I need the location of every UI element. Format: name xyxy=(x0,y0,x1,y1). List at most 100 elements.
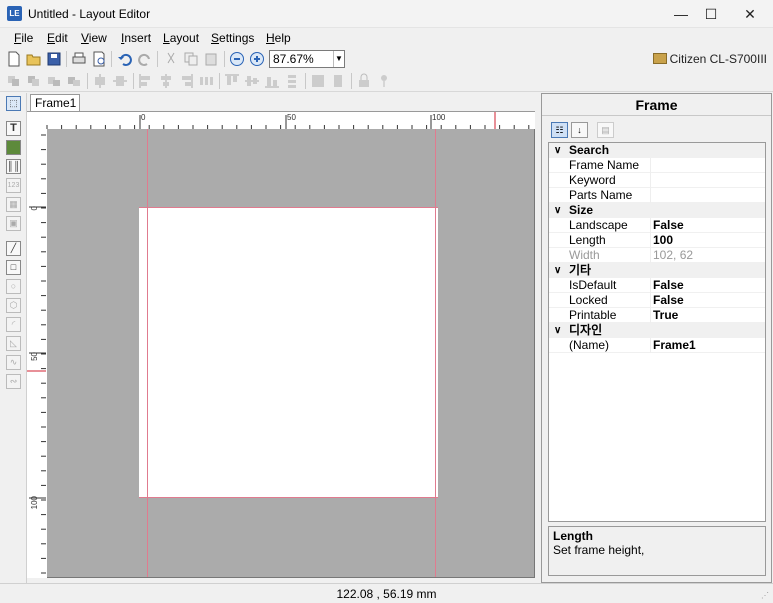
zoom-in-icon[interactable] xyxy=(249,51,265,67)
zoom-select[interactable]: 87.67% ▼ xyxy=(269,50,345,68)
redo-icon[interactable] xyxy=(137,51,153,67)
property-pages-icon[interactable]: ▤ xyxy=(597,122,614,138)
category-design[interactable]: ∨ 디자인 xyxy=(549,323,765,338)
cut-icon[interactable] xyxy=(163,51,179,67)
category-etc[interactable]: ∨ 기타 xyxy=(549,263,765,278)
vertical-ruler: 0 50 100 xyxy=(27,129,47,578)
property-description: Length Set frame height, xyxy=(548,526,766,576)
align-top-icon[interactable] xyxy=(224,73,240,89)
property-row[interactable]: IsDefault False xyxy=(549,278,765,293)
line-tool-icon[interactable]: ╱ xyxy=(6,241,21,256)
property-grid: ∨ Search Frame Name Keyword Parts Name ∨ S… xyxy=(548,142,766,522)
same-size-icon[interactable] xyxy=(310,73,326,89)
tab-frame1[interactable]: Frame1 xyxy=(30,94,80,112)
property-row[interactable]: Parts Name xyxy=(549,188,765,203)
pointer-tool-icon[interactable]: ⬚ xyxy=(6,96,21,111)
layout-editor-icon: LE xyxy=(7,6,22,21)
align-center-icon[interactable] xyxy=(158,73,174,89)
menu-bar: File Edit View Insert Layout Settings He… xyxy=(0,28,773,48)
menu-edit[interactable]: Edit xyxy=(47,31,68,45)
grid-tool-icon[interactable]: ▦ xyxy=(6,197,21,212)
horizontal-ruler: 0 50 100 xyxy=(27,111,535,129)
align-right-icon[interactable] xyxy=(178,73,194,89)
send-backward-icon[interactable] xyxy=(66,73,82,89)
center-vertical-icon[interactable] xyxy=(112,73,128,89)
guide-line xyxy=(435,129,436,577)
distribute-horizontal-icon[interactable] xyxy=(198,73,214,89)
menu-help[interactable]: Help xyxy=(266,31,291,45)
printer-icon xyxy=(652,53,667,64)
menu-layout[interactable]: Layout xyxy=(163,31,199,45)
title-bar: LE Untitled - Layout Editor — ☐ ✕ xyxy=(0,0,773,28)
chevron-down-icon[interactable]: ∨ xyxy=(554,203,561,218)
ruler-h-label: 50 xyxy=(287,113,296,122)
print-icon[interactable] xyxy=(71,51,87,67)
send-back-icon[interactable] xyxy=(26,73,42,89)
description-title: Length xyxy=(553,529,593,543)
copy-icon[interactable] xyxy=(183,51,199,67)
label-frame[interactable] xyxy=(139,207,438,498)
qr-tool-icon[interactable]: ▣ xyxy=(6,216,21,231)
triangle-tool-icon[interactable]: ◺ xyxy=(6,336,21,351)
align-bottom-icon[interactable] xyxy=(264,73,280,89)
menu-settings[interactable]: Settings xyxy=(211,31,254,45)
properties-panel: Frame ☷ ↓ ▤ ∨ Search Frame Name Keyword P… xyxy=(541,93,772,583)
polygon-tool-icon[interactable]: ⬡ xyxy=(6,298,21,313)
property-row[interactable]: Printable True xyxy=(549,308,765,323)
property-row[interactable]: (Name) Frame1 xyxy=(549,338,765,353)
chevron-down-icon[interactable]: ▼ xyxy=(333,51,344,67)
lock-icon[interactable] xyxy=(356,73,372,89)
chevron-down-icon[interactable]: ∨ xyxy=(554,143,561,158)
bring-forward-icon[interactable] xyxy=(46,73,62,89)
rectangle-tool-icon[interactable]: □ xyxy=(6,260,21,275)
property-row[interactable]: Length 100 xyxy=(549,233,765,248)
menu-insert[interactable]: Insert xyxy=(121,31,151,45)
open-folder-icon[interactable] xyxy=(26,51,42,67)
align-toolbar xyxy=(0,70,773,92)
category-size[interactable]: ∨ Size xyxy=(549,203,765,218)
freehand-tool-icon[interactable]: ∾ xyxy=(6,374,21,389)
align-left-icon[interactable] xyxy=(138,73,154,89)
status-bar: 122.08 , 56.19 mm ⋰ xyxy=(0,583,773,603)
paste-icon[interactable] xyxy=(203,51,219,67)
alphabetical-sort-icon[interactable]: ↓ xyxy=(571,122,588,138)
print-preview-icon[interactable] xyxy=(91,51,107,67)
category-search[interactable]: ∨ Search xyxy=(549,143,765,158)
ruler-v-label: 100 xyxy=(30,496,39,510)
guide-line xyxy=(139,497,438,498)
align-middle-icon[interactable] xyxy=(244,73,260,89)
center-horizontal-icon[interactable] xyxy=(92,73,108,89)
zoom-out-icon[interactable] xyxy=(229,51,245,67)
chevron-down-icon[interactable]: ∨ xyxy=(554,323,561,338)
property-row[interactable]: Landscape False xyxy=(549,218,765,233)
tool-palette: ⬚ T ║║ 123 ▦ ▣ ╱ □ ○ ⬡ ◜ ◺ ∿ ∾ xyxy=(0,93,27,583)
distribute-vertical-icon[interactable] xyxy=(284,73,300,89)
text-tool-icon[interactable]: T xyxy=(6,121,21,136)
property-row[interactable]: Locked False xyxy=(549,293,765,308)
design-canvas[interactable] xyxy=(47,129,535,578)
menu-file[interactable]: File xyxy=(14,31,33,45)
same-height-icon[interactable] xyxy=(330,73,346,89)
categorized-icon[interactable]: ☷ xyxy=(551,122,568,138)
printer-indicator[interactable]: Citizen CL-S700III xyxy=(652,52,767,66)
image-tool-icon[interactable] xyxy=(6,140,21,155)
chevron-down-icon[interactable]: ∨ xyxy=(554,263,561,278)
curve-tool-icon[interactable]: ∿ xyxy=(6,355,21,370)
ellipse-tool-icon[interactable]: ○ xyxy=(6,279,21,294)
undo-icon[interactable] xyxy=(117,51,133,67)
pin-icon[interactable] xyxy=(376,73,392,89)
property-row[interactable]: Keyword xyxy=(549,173,765,188)
bring-front-icon[interactable] xyxy=(6,73,22,89)
barcode-tool-icon[interactable]: ║║ xyxy=(6,159,21,174)
resize-grip-icon[interactable]: ⋰ xyxy=(761,591,771,601)
close-button[interactable]: ✕ xyxy=(727,0,773,28)
save-icon[interactable] xyxy=(46,51,62,67)
document-area: Frame1 0 50 100 0 50 100 xyxy=(27,93,539,583)
property-row[interactable]: Frame Name xyxy=(549,158,765,173)
numbering-tool-icon[interactable]: 123 xyxy=(6,178,21,193)
arc-tool-icon[interactable]: ◜ xyxy=(6,317,21,332)
menu-view[interactable]: View xyxy=(81,31,107,45)
property-row[interactable]: Width 102, 62 xyxy=(549,248,765,263)
guide-line xyxy=(139,207,438,208)
new-file-icon[interactable] xyxy=(6,51,22,67)
